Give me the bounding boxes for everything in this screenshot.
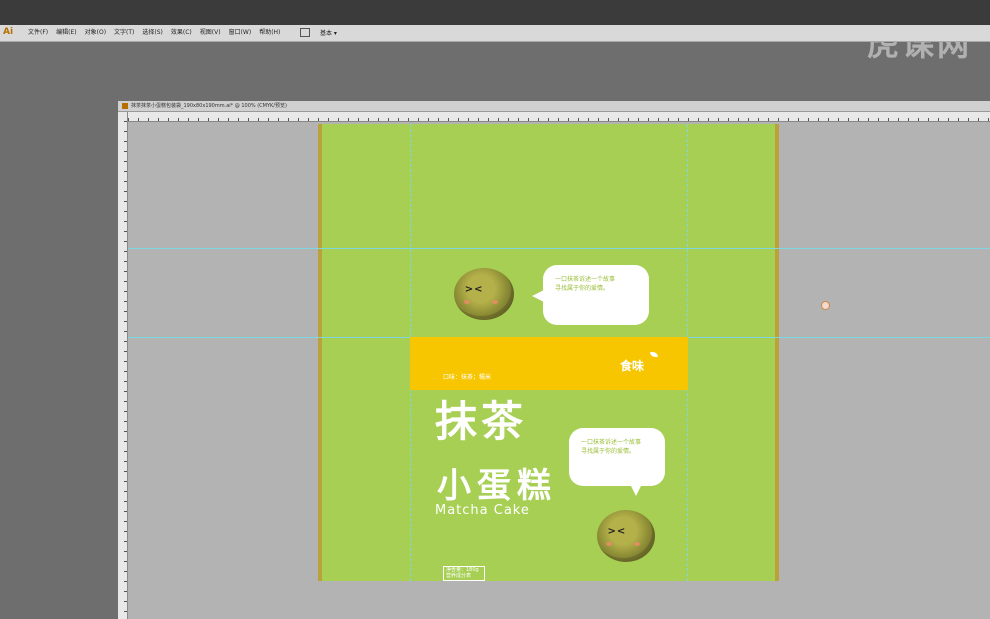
document-icon — [122, 102, 128, 109]
horizontal-ruler[interactable] — [128, 112, 990, 122]
vertical-ruler[interactable] — [118, 112, 128, 619]
ruler-ticks — [118, 112, 127, 619]
cake-blush — [606, 542, 612, 546]
mouse-cursor-icon — [821, 301, 830, 310]
menu-type[interactable]: 文字(T) — [110, 29, 138, 37]
brand-logo[interactable]: 食味 — [620, 357, 644, 374]
menu-window[interactable]: 窗口(W) — [225, 29, 256, 37]
menu-file[interactable]: 文件(F) — [24, 29, 52, 37]
nutrition-label: 营养成分表 — [446, 573, 472, 579]
artboard-bleed-right — [775, 124, 779, 581]
menu-help[interactable]: 帮助(H) — [255, 29, 284, 37]
product-title-line2[interactable]: 小蛋糕 — [437, 458, 557, 507]
speech-bubble-icon — [532, 290, 544, 302]
arrange-documents-icon[interactable] — [300, 28, 310, 37]
menu-select[interactable]: 选择(S) — [138, 29, 167, 37]
ruler-ticks — [128, 112, 990, 121]
workspace-label: 基本 — [320, 30, 333, 37]
cake-face: >< — [464, 283, 484, 295]
menu-bar: Ai 文件(F) 编辑(E) 对象(O) 文字(T) 选择(S) 效果(C) 视… — [0, 25, 990, 42]
net-content-box[interactable]: 净含量：180g 营养成分表 — [443, 566, 485, 581]
document-title: 抹茶抹茶小蛋糕包装袋_190x80x190mm.ai* @ 100% (CMYK… — [131, 103, 287, 109]
speech-bubble-bottom[interactable]: 一口抹茶诉述一个故事 寻找属于你的爱情。 — [569, 428, 665, 486]
speech-bubble-icon — [630, 484, 642, 496]
guide-horizontal[interactable] — [128, 248, 990, 249]
title-strip — [0, 0, 990, 25]
cake-face: >< — [607, 525, 627, 537]
menu-edit[interactable]: 编辑(E) — [52, 29, 80, 37]
cake-character-icon[interactable]: >< — [597, 510, 655, 562]
menu-view[interactable]: 视图(V) — [196, 29, 225, 37]
cake-character-icon[interactable]: >< — [454, 268, 514, 320]
cake-blush — [464, 300, 470, 304]
workspace-switcher[interactable]: 基本 ▾ — [320, 28, 337, 37]
flavor-band[interactable] — [410, 337, 688, 390]
document-tab[interactable]: 抹茶抹茶小蛋糕包装袋_190x80x190mm.ai* @ 100% (CMYK… — [118, 101, 990, 112]
menu-items: 文件(F) 编辑(E) 对象(O) 文字(T) 选择(S) 效果(C) 视图(V… — [24, 29, 284, 37]
menu-effect[interactable]: 效果(C) — [167, 29, 196, 37]
product-title-line1[interactable]: 抹茶 — [435, 400, 527, 444]
menu-tools: 基本 ▾ — [300, 28, 337, 37]
cake-blush — [634, 542, 640, 546]
cake-blush — [492, 300, 498, 304]
ai-logo-icon[interactable]: Ai — [3, 27, 13, 37]
menu-object[interactable]: 对象(O) — [81, 29, 110, 37]
flavor-text: 口味：抹茶；糯米 — [443, 374, 492, 381]
speech-bubble-top[interactable]: 一口抹茶诉述一个故事 寻找属于你的爱情。 — [543, 265, 649, 325]
artboard-bleed-left — [318, 124, 322, 581]
product-title-english[interactable]: Matcha Cake — [435, 503, 530, 518]
